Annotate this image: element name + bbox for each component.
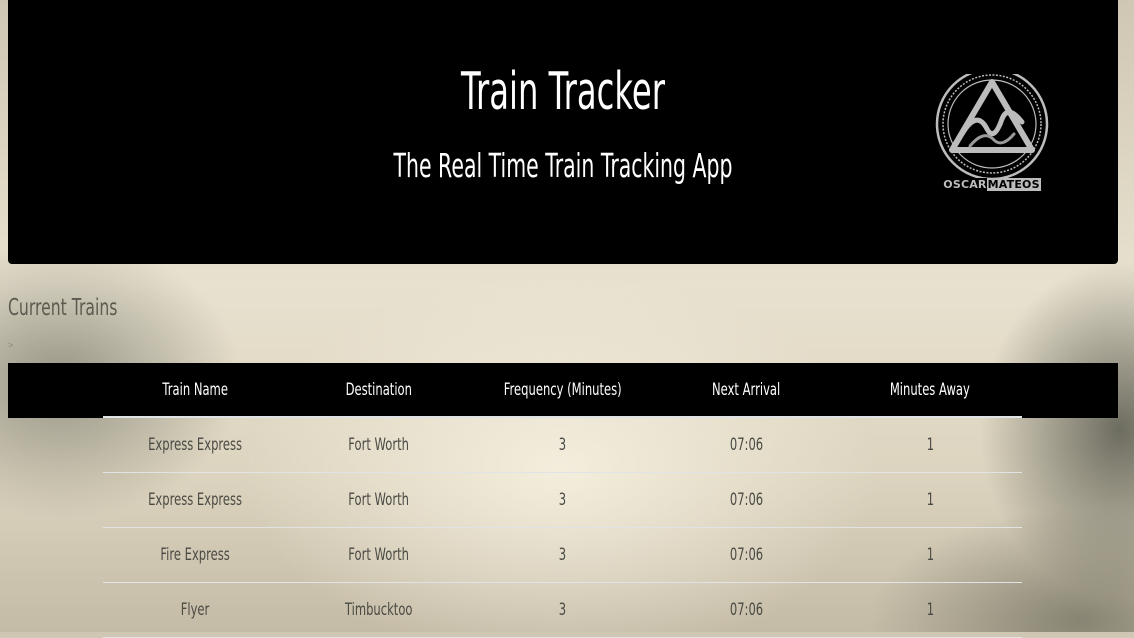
- cell-minutes-away: 1: [926, 545, 934, 565]
- trains-table: Train Name Destination Frequency (Minute…: [103, 363, 1022, 638]
- cell-destination: Fort Worth: [348, 435, 410, 455]
- cell-frequency: 3: [558, 545, 567, 565]
- cell-destination: Timbucktoo: [344, 600, 413, 620]
- cell-train-name: Express Express: [147, 490, 242, 510]
- logo-emblem-icon: [935, 74, 1049, 178]
- section-marker: >: [8, 340, 14, 350]
- brand-logo: OSCARMATEOS: [932, 74, 1052, 192]
- table-row: Express Express Fort Worth 3 07:06 1: [103, 418, 1022, 473]
- table-row: Flyer Timbucktoo 3 07:06 1: [103, 583, 1022, 638]
- logo-wordmark: OSCARMATEOS: [932, 178, 1052, 191]
- cell-next-arrival: 07:06: [729, 545, 763, 565]
- cell-frequency: 3: [558, 435, 567, 455]
- column-header-next-arrival: Next Arrival: [712, 379, 781, 400]
- logo-text-left: OSCAR: [943, 178, 987, 191]
- cell-train-name: Flyer: [180, 600, 210, 620]
- cell-next-arrival: 07:06: [729, 490, 763, 510]
- cell-train-name: Express Express: [147, 435, 242, 455]
- cell-frequency: 3: [558, 600, 567, 620]
- column-header-train-name: Train Name: [162, 379, 228, 400]
- cell-destination: Fort Worth: [348, 490, 410, 510]
- logo-text-boxed: MATEOS: [986, 178, 1041, 191]
- cell-next-arrival: 07:06: [729, 600, 763, 620]
- section-title: Current Trains: [8, 295, 118, 321]
- page-header: Train Tracker The Real Time Train Tracki…: [8, 0, 1118, 264]
- column-header-destination: Destination: [345, 379, 412, 400]
- cell-minutes-away: 1: [926, 435, 934, 455]
- table-row: Fire Express Fort Worth 3 07:06 1: [103, 528, 1022, 583]
- table-row: Express Express Fort Worth 3 07:06 1: [103, 473, 1022, 528]
- table-header-row: Train Name Destination Frequency (Minute…: [103, 363, 1022, 418]
- cell-frequency: 3: [558, 490, 567, 510]
- cell-train-name: Fire Express: [160, 545, 230, 565]
- page-title: Train Tracker: [461, 62, 665, 122]
- cell-minutes-away: 1: [926, 490, 934, 510]
- cell-minutes-away: 1: [926, 600, 934, 620]
- column-header-minutes-away: Minutes Away: [890, 379, 971, 400]
- column-header-frequency: Frequency (Minutes): [503, 379, 622, 400]
- cell-next-arrival: 07:06: [729, 435, 763, 455]
- cell-destination: Fort Worth: [348, 545, 410, 565]
- page-subtitle: The Real Time Train Tracking App: [393, 146, 733, 185]
